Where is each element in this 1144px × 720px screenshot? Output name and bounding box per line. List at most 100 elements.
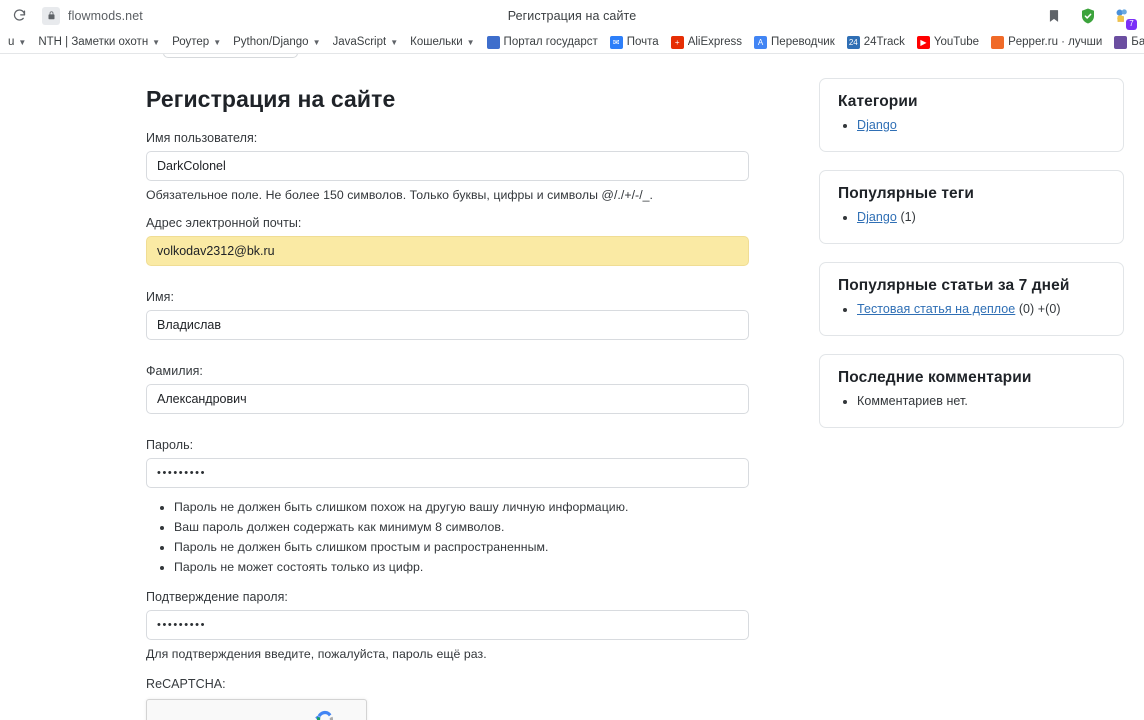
bookmark-item[interactable]: ✉ Почта bbox=[604, 34, 665, 51]
widget-title: Последние комментарии bbox=[838, 369, 1032, 386]
bookmark-item[interactable]: Python/Django ▼ bbox=[227, 34, 326, 50]
chevron-down-icon: ▼ bbox=[390, 37, 399, 47]
list-item: Django (1) bbox=[857, 210, 1105, 224]
url-text: flowmods.net bbox=[68, 8, 143, 23]
list-item: Django bbox=[857, 118, 1105, 132]
list-item: Тестовая статья на деплое (0) +(0) bbox=[857, 302, 1105, 316]
bookmark-label: 24Track bbox=[863, 36, 905, 48]
reload-icon[interactable] bbox=[6, 3, 32, 29]
field-email: Адрес электронной почты: volkodav2312@bk… bbox=[146, 216, 786, 266]
browser-toolbar: flowmods.net Регистрация на сайте 7 bbox=[0, 0, 1144, 31]
widget-categories: Категории Django bbox=[819, 78, 1124, 152]
chevron-down-icon: ▼ bbox=[466, 37, 475, 47]
chevron-down-icon: ▼ bbox=[18, 37, 27, 47]
bookmark-label: Кошельки bbox=[410, 36, 463, 48]
adblock-shield-icon[interactable] bbox=[1076, 4, 1100, 28]
help-password-confirm: Для подтверждения введите, пожалуйста, п… bbox=[146, 647, 487, 661]
field-last-name: Фамилия: Александрович bbox=[146, 364, 786, 414]
bookmark-item[interactable]: Роутер ▼ bbox=[166, 34, 227, 50]
field-username: Имя пользователя: DarkColonel Обязательн… bbox=[146, 131, 786, 202]
bookmark-favicon-icon bbox=[991, 35, 1005, 49]
widget-title: Категории bbox=[838, 93, 918, 110]
site-search-input[interactable]: Поиск... bbox=[163, 54, 298, 58]
password-rules-list: Пароль не должен быть слишком похож на д… bbox=[146, 500, 786, 574]
bookmark-label: Python/Django bbox=[233, 36, 309, 48]
bookmarks-bar: u ▼ NTH | Заметки охотн ▼ Роутер ▼ Python/Djan… bbox=[0, 31, 1144, 54]
field-password-confirm: Подтверждение пароля: ••••••••• Для подт… bbox=[146, 590, 786, 661]
widget-list: Тестовая статья на деплое (0) +(0) bbox=[838, 302, 1105, 316]
bookmark-favicon-icon bbox=[1114, 35, 1128, 49]
bookmark-label: Pepper.ru · лучши bbox=[1008, 36, 1103, 48]
registration-form-column: Регистрация на сайте Имя пользователя: D… bbox=[146, 54, 786, 720]
widget-popular-articles: Популярные статьи за 7 дней Тестовая стат… bbox=[819, 262, 1124, 336]
bookmark-favicon-icon: A bbox=[754, 35, 768, 49]
password-rule-item: Пароль не может состоять только из цифр. bbox=[174, 560, 786, 574]
label-password-confirm: Подтверждение пароля: bbox=[146, 590, 288, 604]
input-email[interactable]: volkodav2312@bk.ru bbox=[146, 236, 749, 266]
lock-icon bbox=[42, 6, 60, 25]
input-first-name[interactable]: Владислав bbox=[146, 310, 749, 340]
input-username[interactable]: DarkColonel bbox=[146, 151, 749, 181]
form-heading: Регистрация на сайте bbox=[146, 86, 396, 112]
widget-link[interactable]: Django bbox=[857, 118, 897, 132]
bookmark-favicon-icon: 24 bbox=[846, 35, 860, 49]
bookmark-favicon-icon: ▶ bbox=[916, 35, 930, 49]
label-username: Имя пользователя: bbox=[146, 131, 258, 145]
label-first-name: Имя: bbox=[146, 290, 175, 304]
chevron-down-icon: ▼ bbox=[152, 37, 161, 47]
toolbar-right-icons: 7 bbox=[1042, 4, 1138, 30]
extension-badge-count: 7 bbox=[1126, 18, 1137, 30]
input-password[interactable]: ••••••••• bbox=[146, 458, 749, 488]
widget-list: Комментариев нет. bbox=[838, 394, 1105, 408]
field-recaptcha: ReCAPTCHA: Я не робот bbox=[146, 677, 786, 720]
bookmark-item[interactable]: u ▼ bbox=[2, 34, 32, 50]
input-last-name[interactable]: Александрович bbox=[146, 384, 749, 414]
field-password: Пароль: ••••••••• Пароль не должен быть … bbox=[146, 438, 786, 574]
bookmark-item[interactable]: Кошельки ▼ bbox=[404, 34, 480, 50]
widget-list: Django (1) bbox=[838, 210, 1105, 224]
sidebar-column: Категории Django Популярные теги Django (1)… bbox=[819, 54, 1124, 720]
input-password-confirm[interactable]: ••••••••• bbox=[146, 610, 749, 640]
password-rule-item: Ваш пароль должен содержать как минимум … bbox=[174, 520, 786, 534]
bookmark-label: База Курсов bbox=[1131, 36, 1144, 48]
chevron-down-icon: ▼ bbox=[213, 37, 222, 47]
bookmark-item[interactable]: ▶ YouTube bbox=[911, 34, 985, 51]
bookmark-item[interactable]: Портал государст bbox=[481, 34, 604, 51]
widget-link[interactable]: Django bbox=[857, 210, 897, 224]
bookmark-item[interactable]: A Переводчик bbox=[748, 34, 841, 51]
widget-item-suffix: Комментариев нет. bbox=[857, 394, 968, 408]
extension-icon[interactable]: 7 bbox=[1110, 4, 1137, 30]
recaptcha-widget[interactable]: Я не робот reCAPTCHA Конфиденциальность … bbox=[146, 699, 367, 720]
bookmark-label: Почта bbox=[626, 36, 659, 48]
bookmark-label: u bbox=[8, 36, 15, 48]
widget-popular-tags: Популярные теги Django (1) bbox=[819, 170, 1124, 244]
bookmark-label: JavaScript bbox=[332, 36, 387, 48]
label-last-name: Фамилия: bbox=[146, 364, 203, 378]
address-bar[interactable]: flowmods.net bbox=[38, 3, 338, 28]
browser-chrome: flowmods.net Регистрация на сайте 7 u ▼ … bbox=[0, 0, 1144, 54]
bookmark-favicon-icon bbox=[486, 35, 500, 49]
label-email: Адрес электронной почты: bbox=[146, 216, 302, 230]
widget-list: Django bbox=[838, 118, 1105, 132]
widget-link[interactable]: Тестовая статья на деплое bbox=[857, 302, 1015, 316]
bookmark-favicon-icon: ✉ bbox=[609, 35, 623, 49]
bookmark-star-icon[interactable] bbox=[1042, 4, 1066, 28]
bookmark-item[interactable]: Pepper.ru · лучши bbox=[985, 34, 1108, 51]
password-rule-item: Пароль не должен быть слишком простым и … bbox=[174, 540, 786, 554]
recaptcha-logo: reCAPTCHA bbox=[292, 706, 358, 720]
widget-latest-comments: Последние комментарии Комментариев нет. bbox=[819, 354, 1124, 428]
field-first-name: Имя: Владислав bbox=[146, 290, 786, 340]
bookmark-item[interactable]: + AliExpress bbox=[665, 34, 748, 51]
bookmark-item[interactable]: База Курсов bbox=[1108, 34, 1144, 51]
list-item: Комментариев нет. bbox=[857, 394, 1105, 408]
widget-item-suffix: (0) +(0) bbox=[1015, 302, 1061, 316]
bookmark-item[interactable]: NTH | Заметки охотн ▼ bbox=[32, 34, 166, 50]
bookmark-item[interactable]: JavaScript ▼ bbox=[327, 34, 405, 50]
bookmark-item[interactable]: 24 24Track bbox=[841, 34, 911, 51]
bookmark-label: Портал государст bbox=[503, 36, 598, 48]
label-recaptcha: ReCAPTCHA: bbox=[146, 677, 226, 691]
widget-title: Популярные статьи за 7 дней bbox=[838, 277, 1070, 294]
bookmark-label: YouTube bbox=[933, 36, 980, 48]
chevron-down-icon: ▼ bbox=[312, 37, 321, 47]
content-wrapper: Регистрация на сайте Имя пользователя: D… bbox=[0, 54, 1144, 720]
